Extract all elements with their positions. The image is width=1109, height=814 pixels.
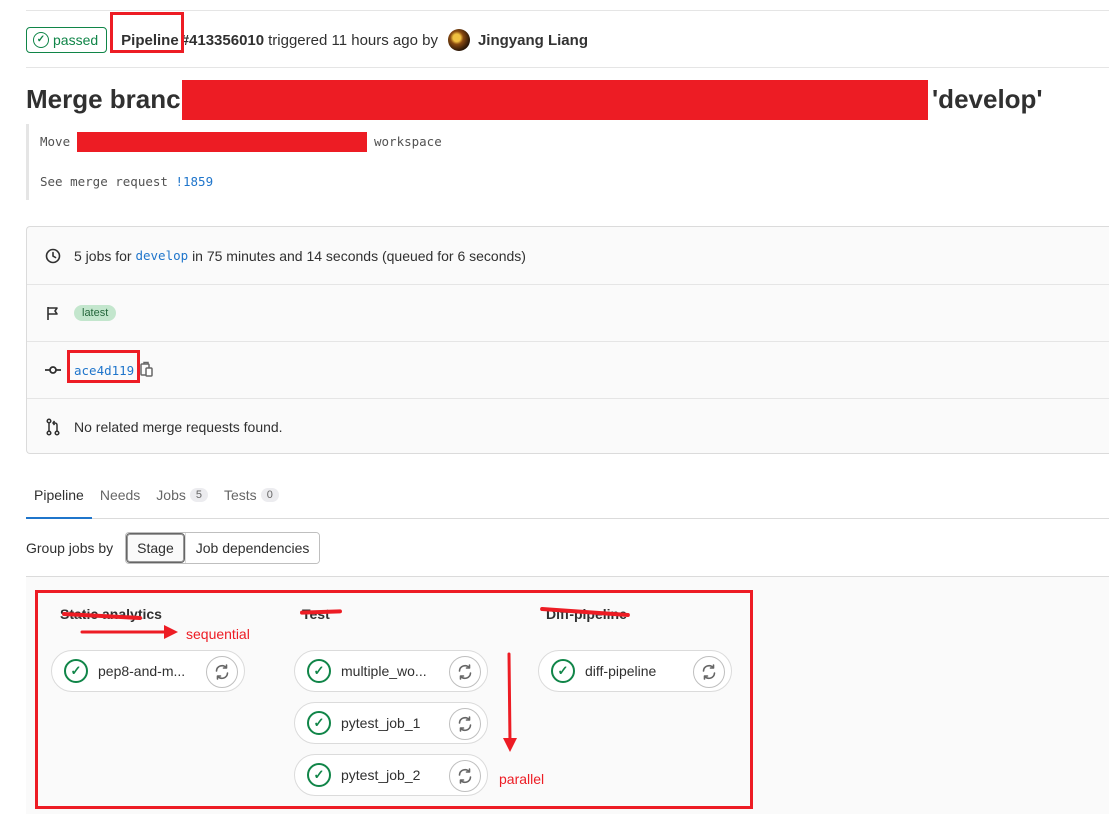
- tab-count: 0: [260, 488, 279, 502]
- pipeline-id: #413356010: [180, 31, 265, 49]
- top-divider: [26, 10, 1109, 11]
- check-circle-icon: ✓: [33, 32, 49, 48]
- job-dependencies-button[interactable]: Job dependencies: [184, 533, 320, 563]
- commit-icon: [44, 361, 62, 379]
- author-link[interactable]: Jingyang Liang: [478, 32, 588, 49]
- jobs-suffix: in 75 minutes and 14 seconds (queued for…: [192, 247, 526, 264]
- merge-requests-row: No related merge requests found.: [27, 398, 1109, 455]
- jobs-prefix: 5 jobs for: [74, 247, 132, 264]
- tab-jobs[interactable]: Jobs 5: [148, 472, 216, 518]
- stage-button[interactable]: Stage: [126, 533, 185, 563]
- badges-row: latest: [27, 284, 1109, 341]
- desc-line1-end: workspace: [374, 134, 442, 149]
- tab-count: 5: [189, 488, 208, 502]
- tab-label: Needs: [99, 487, 141, 503]
- branch-link[interactable]: develop: [135, 248, 188, 263]
- redaction-mark: [182, 80, 928, 120]
- triggered-text: triggered 11 hours ago by: [268, 31, 438, 49]
- no-merge-requests-text: No related merge requests found.: [74, 419, 283, 435]
- merge-request-link[interactable]: !1859: [175, 174, 213, 189]
- merge-request-icon: [44, 418, 62, 436]
- commit-title: Merge branch 'develop': [26, 84, 1043, 115]
- annotation-sequential: sequential: [186, 626, 250, 642]
- arrow-down-icon: [503, 652, 517, 752]
- avatar[interactable]: [447, 29, 470, 51]
- group-by-label: Group jobs by: [26, 540, 114, 556]
- tab-label: Tests: [224, 487, 257, 503]
- tab-needs[interactable]: Needs: [92, 472, 148, 518]
- pipeline-info-panel: 5 jobs for develop in 75 minutes and 14 …: [26, 226, 1109, 454]
- commit-row: ace4d119: [27, 341, 1109, 398]
- group-jobs-by: Group jobs by Stage Job dependencies: [26, 532, 321, 564]
- pipeline-tabs: Pipeline Needs Jobs 5 Tests 0: [26, 472, 1109, 519]
- tab-label: Jobs: [156, 487, 186, 503]
- clock-icon: [44, 247, 62, 265]
- flag-icon: [44, 304, 62, 322]
- copy-icon[interactable]: [140, 361, 154, 380]
- status-label: passed: [53, 32, 99, 48]
- jobs-summary-row: 5 jobs for develop in 75 minutes and 14 …: [27, 227, 1109, 284]
- commit-title-end: 'develop': [932, 84, 1043, 114]
- redaction-mark: [77, 132, 367, 152]
- status-badge[interactable]: ✓ passed: [26, 27, 108, 53]
- desc-line2: See merge request !1859: [40, 174, 213, 189]
- desc-line2-text: See merge request: [40, 174, 168, 189]
- header-divider: [26, 67, 1109, 68]
- annotation-parallel: parallel: [499, 771, 545, 787]
- commit-title-start: Merge branch: [26, 84, 197, 114]
- annotation-box-pipeline: [110, 12, 184, 53]
- latest-badge: latest: [74, 305, 117, 321]
- group-by-toggle: Stage Job dependencies: [125, 532, 321, 564]
- tab-label: Pipeline: [34, 486, 84, 503]
- annotation-box-sha: [67, 350, 140, 383]
- arrow-right-icon: [80, 625, 178, 639]
- tab-pipeline[interactable]: Pipeline: [26, 472, 92, 519]
- tab-tests[interactable]: Tests 0: [216, 472, 287, 518]
